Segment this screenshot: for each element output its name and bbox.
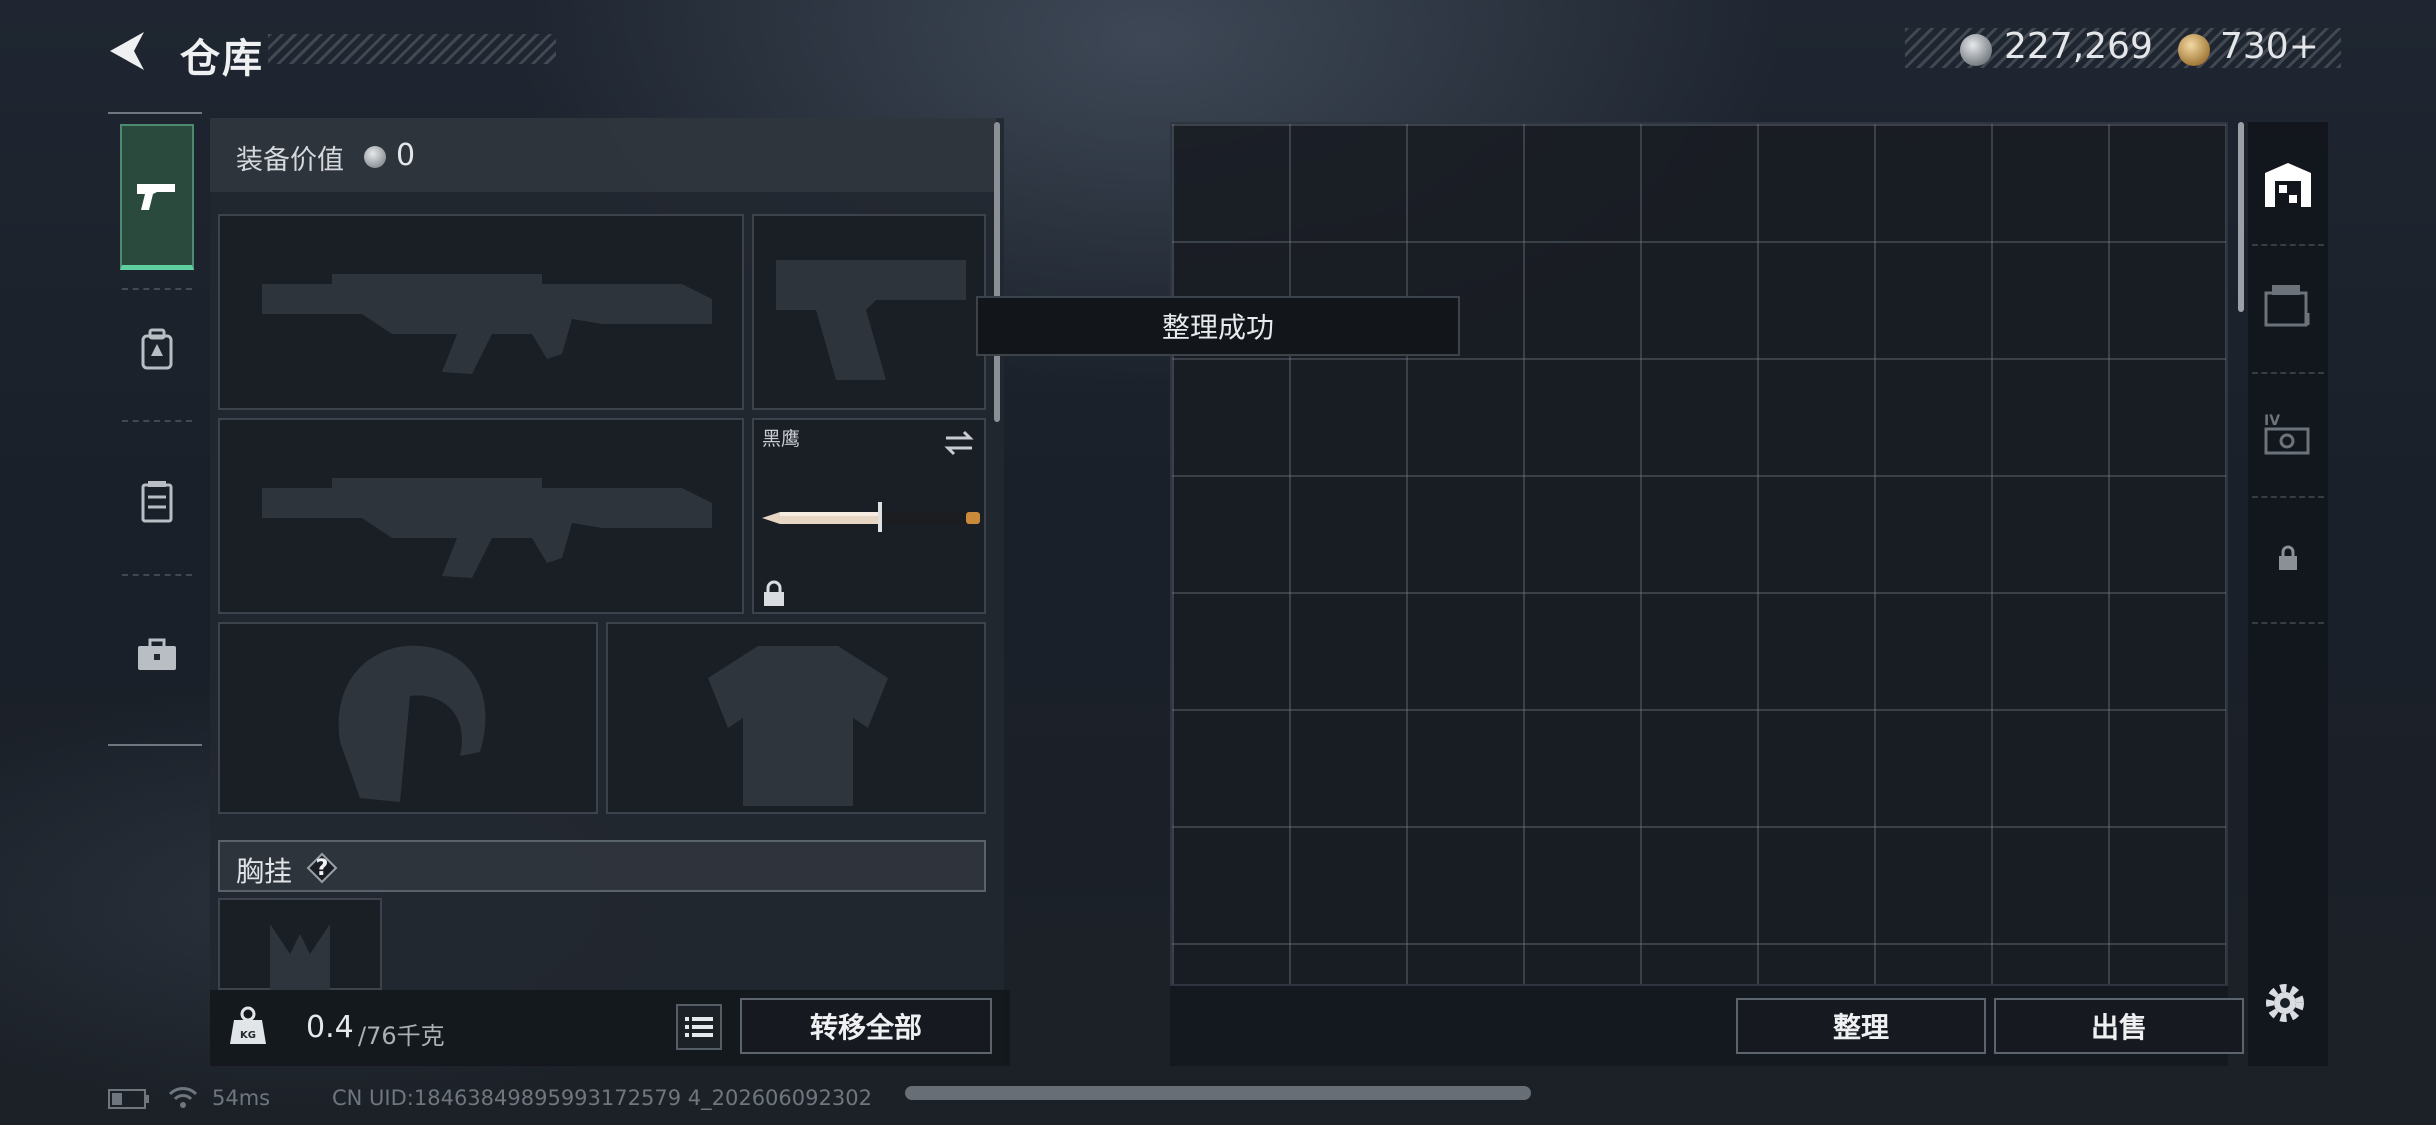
page-title: 仓库 [180, 36, 264, 82]
home-indicator[interactable] [905, 1086, 1531, 1100]
svg-text:KG: KG [240, 1030, 256, 1041]
chest-rig-label: 胸挂 [236, 855, 293, 888]
tab-storage-main[interactable] [2248, 136, 2328, 236]
rig-icon [141, 481, 173, 523]
weight-icon: KG [230, 1006, 266, 1044]
pistol-icon [137, 183, 175, 210]
sidebar-divider [122, 574, 192, 576]
gear-icon[interactable] [2260, 978, 2310, 1028]
tab-storage-crate[interactable] [2248, 256, 2328, 356]
toast-message: 整理成功 [976, 296, 1460, 356]
storage-grid[interactable] [1170, 122, 2228, 986]
pistol-silhouette-icon [776, 260, 966, 380]
sidebar-divider [2252, 622, 2324, 624]
primary-weapon-slot-1[interactable] [218, 214, 744, 410]
sort-button[interactable]: 整理 [1736, 998, 1986, 1054]
sidebar-divider [2252, 244, 2324, 246]
sidebar-divider [122, 288, 192, 290]
sidebar-divider [122, 420, 192, 422]
silver-currency-amount: 227,269 [2004, 26, 2153, 67]
back-arrow-icon[interactable] [104, 28, 154, 74]
weight-max: /76千克 [358, 1022, 445, 1050]
tab-weapons[interactable] [120, 124, 194, 270]
storage-icon [2265, 163, 2311, 207]
rig-silhouette-icon [270, 924, 330, 990]
primary-weapon-slot-2[interactable] [218, 418, 744, 614]
equipment-value: 0 [396, 138, 416, 173]
tab-case[interactable] [120, 608, 194, 702]
swap-icon[interactable] [942, 428, 976, 458]
list-view-button[interactable] [676, 1004, 722, 1050]
lock-icon [2279, 545, 2297, 570]
helmet-silhouette-icon [338, 645, 486, 802]
helmet-slot[interactable] [218, 622, 598, 814]
silver-coin-icon [1960, 34, 1992, 66]
equipment-scrollbar[interactable] [994, 122, 1000, 422]
tab-storage-locked[interactable] [2248, 508, 2328, 608]
rifle-silhouette-icon [262, 274, 712, 374]
lock-icon [764, 580, 784, 606]
melee-item-name: 黑鹰 [762, 428, 801, 450]
wifi-icon [168, 1087, 198, 1108]
body-armor-slot[interactable] [606, 622, 986, 814]
chest-rig-slot[interactable] [218, 898, 382, 990]
knife-icon [762, 502, 980, 532]
battery-icon [108, 1089, 149, 1109]
ping-readout: 54ms [212, 1086, 271, 1110]
sell-button[interactable]: 出售 [1994, 998, 2244, 1054]
gold-coin-icon [2178, 34, 2210, 66]
rifle-silhouette-icon [262, 478, 712, 578]
crate-icon [2264, 285, 2310, 327]
storage-scrollbar[interactable] [2238, 122, 2244, 312]
tab-storage-level[interactable]: IV [2248, 384, 2328, 484]
briefcase-icon [138, 638, 176, 670]
help-symbol: ? [315, 855, 329, 881]
uid-readout: CN UID:18463849895993172579 4_2026060923… [332, 1086, 872, 1110]
tab-chest-rig[interactable] [120, 454, 194, 548]
title-decoration [268, 34, 556, 64]
weight-current: 0.4 [306, 1010, 354, 1045]
svg-text:IV: IV [2264, 413, 2280, 429]
armor-silhouette-icon [708, 646, 888, 806]
transfer-all-button[interactable]: 转移全部 [740, 998, 992, 1054]
sidebar-divider [2252, 496, 2324, 498]
silver-coin-icon [364, 146, 386, 168]
gold-currency-amount[interactable]: 730+ [2220, 26, 2319, 67]
melee-slot[interactable]: 黑鹰 [752, 418, 986, 614]
pistol-slot[interactable] [752, 214, 986, 410]
sidebar-divider [2252, 372, 2324, 374]
level-crate-icon: IV [2264, 413, 2310, 455]
equipment-value-label: 装备价值 [236, 145, 344, 176]
list-icon [685, 1017, 713, 1037]
backpack-icon [141, 328, 173, 370]
tab-backpack[interactable] [120, 302, 194, 396]
